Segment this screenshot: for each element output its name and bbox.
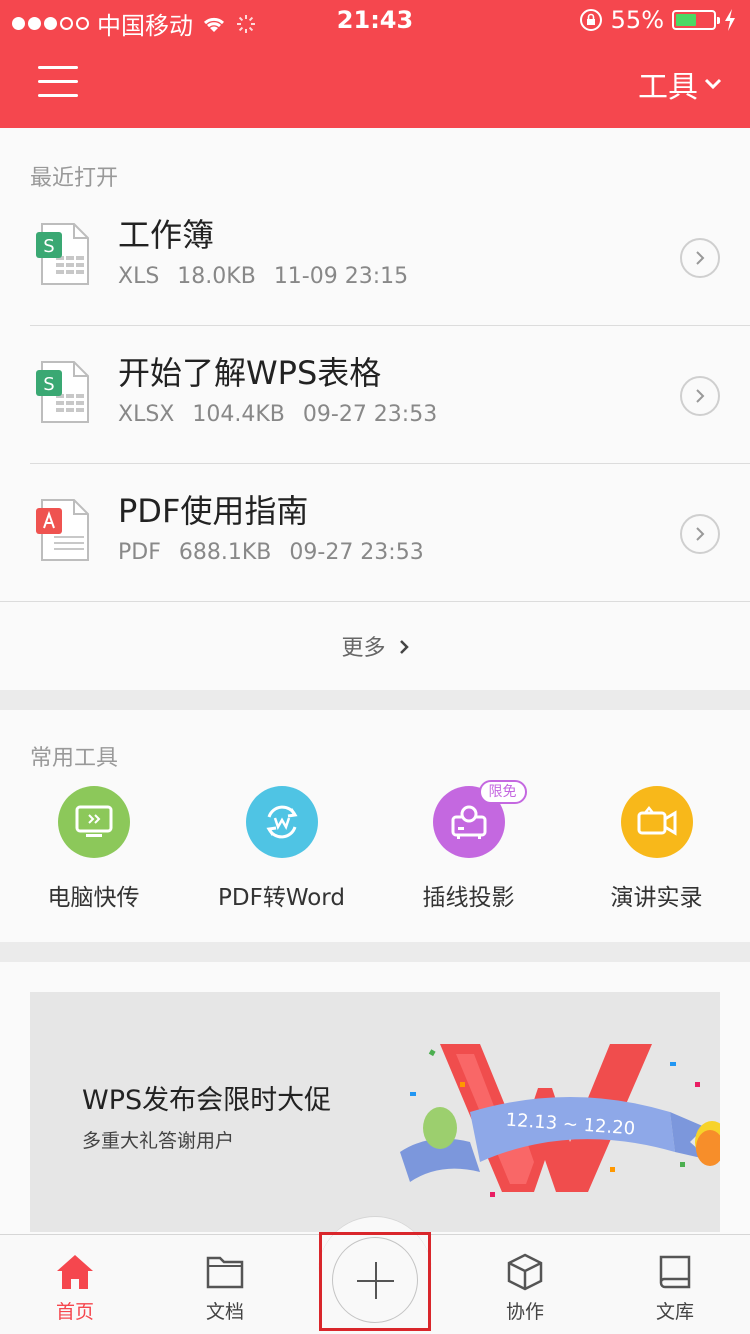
spreadsheet-icon: S: [36, 223, 89, 285]
file-row[interactable]: PDF使用指南 PDF 688.1KB 09-27 23:53: [0, 464, 750, 602]
banner-title: WPS发布会限时大促: [82, 1085, 332, 1116]
more-button[interactable]: 更多: [0, 630, 750, 662]
tab-label: 协作: [505, 1301, 544, 1323]
tools-title: 常用工具: [30, 746, 119, 771]
tool-label: 插线投影: [422, 885, 515, 911]
tab-label: 文库: [655, 1301, 694, 1323]
tools-section: 常用工具 电脑快传 PDF转Word 限免 插线投影 演讲实录: [0, 710, 750, 942]
tool-label: 演讲实录: [610, 885, 703, 911]
file-name: 工作簿: [118, 216, 215, 254]
tool-label: 电脑快传: [47, 885, 140, 911]
more-label: 更多: [341, 636, 386, 661]
file-name: 开始了解WPS表格: [118, 354, 382, 392]
tab-label: 首页: [55, 1301, 94, 1323]
file-meta: PDF 688.1KB 09-27 23:53: [118, 540, 424, 565]
chevron-down-icon: [704, 78, 722, 90]
wps-logo-banner-art: 12.13 ~ 12.20: [400, 1044, 720, 1197]
free-badge: 限免: [478, 780, 527, 804]
tab-label: 文档: [205, 1301, 244, 1323]
file-row[interactable]: S 工作簿 XLS 18.0KB 11-09 23:15: [0, 188, 750, 326]
video-record-icon: [620, 786, 693, 858]
file-detail-button[interactable]: [680, 514, 720, 554]
pdf-to-word-icon: [245, 786, 318, 858]
charging-icon: [725, 9, 735, 31]
tool-pdf-to-word[interactable]: PDF转Word: [188, 786, 375, 912]
tool-label: PDF转Word: [218, 885, 345, 911]
book-icon: [659, 1255, 691, 1289]
chevron-right-icon: [696, 389, 705, 403]
add-button[interactable]: [332, 1237, 418, 1323]
banner-subtitle: 多重大礼答谢用户: [82, 1130, 235, 1152]
svg-text:S: S: [43, 236, 54, 257]
recent-section: 最近打开 S 工作簿 XLS 18.0KB 11-09 23:15 S 开始了解WP…: [0, 128, 750, 690]
status-bar: 中国移动 21:43 55%: [0, 0, 750, 40]
chevron-right-icon: [696, 527, 705, 541]
promo-banner[interactable]: WPS发布会限时大促 多重大礼答谢用户 12.13 ~ 12.20: [30, 992, 720, 1232]
pdf-icon: [36, 499, 89, 561]
menu-button[interactable]: [38, 66, 78, 98]
tab-home[interactable]: 首页: [0, 1235, 150, 1334]
file-detail-button[interactable]: [680, 238, 720, 278]
tab-library[interactable]: 文库: [600, 1235, 750, 1334]
file-detail-button[interactable]: [680, 376, 720, 416]
battery-icon: [672, 10, 720, 30]
header: 中国移动 21:43 55% 工具: [0, 0, 750, 128]
file-row[interactable]: S 开始了解WPS表格 XLSX 104.4KB 09-27 23:53: [0, 326, 750, 464]
file-meta: XLSX 104.4KB 09-27 23:53: [118, 402, 438, 427]
projector-icon: 限免: [432, 780, 527, 858]
tools-label: 工具: [638, 70, 698, 105]
svg-text:S: S: [43, 374, 54, 395]
battery-percent: 55%: [610, 6, 664, 34]
tab-documents[interactable]: 文档: [150, 1235, 300, 1334]
tool-projector[interactable]: 限免 插线投影: [375, 780, 562, 912]
folder-icon: [206, 1256, 244, 1289]
spreadsheet-icon: S: [36, 361, 89, 423]
home-icon: [57, 1255, 93, 1289]
tool-pc-transfer[interactable]: 电脑快传: [0, 786, 187, 912]
tools-dropdown[interactable]: 工具: [638, 62, 722, 106]
file-meta: XLS 18.0KB 11-09 23:15: [118, 264, 409, 289]
tool-video-record[interactable]: 演讲实录: [563, 786, 750, 912]
chevron-right-icon: [399, 640, 409, 654]
tab-collaboration[interactable]: 协作: [450, 1235, 600, 1334]
cube-icon: [507, 1253, 543, 1291]
rotation-lock-icon: [579, 9, 602, 31]
chevron-right-icon: [696, 251, 705, 265]
pc-transfer-icon: [57, 786, 130, 858]
file-name: PDF使用指南: [118, 492, 309, 530]
